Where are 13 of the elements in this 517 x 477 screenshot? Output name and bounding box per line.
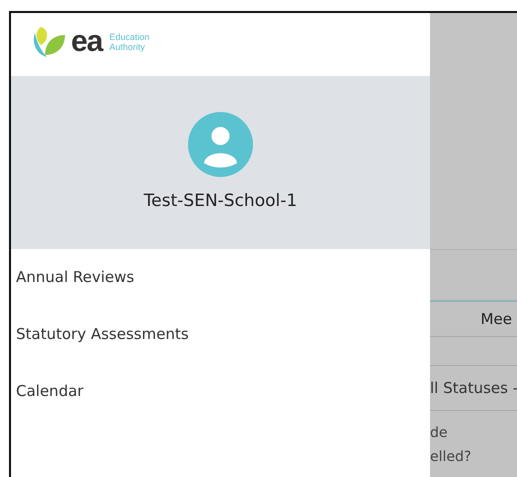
menu-item[interactable]: Calendar bbox=[11, 382, 84, 439]
body-text: elled? bbox=[430, 448, 472, 467]
logo-subtitle: Authority bbox=[109, 42, 146, 52]
menu-item[interactable]: Annual Reviews bbox=[11, 268, 134, 325]
body-text: de bbox=[430, 424, 448, 443]
user-avatar-icon bbox=[188, 112, 253, 177]
leaf-logo-icon bbox=[31, 25, 67, 59]
school-name: Test-SEN-School-1 bbox=[144, 191, 298, 211]
logo-subtitle: Education bbox=[109, 32, 150, 42]
status-filter: ll Statuses - bbox=[430, 379, 517, 397]
menu-item[interactable]: Statutory Assessments bbox=[11, 325, 189, 382]
logo-wordmark: ea bbox=[71, 27, 102, 57]
column-header: Mee bbox=[480, 310, 512, 328]
